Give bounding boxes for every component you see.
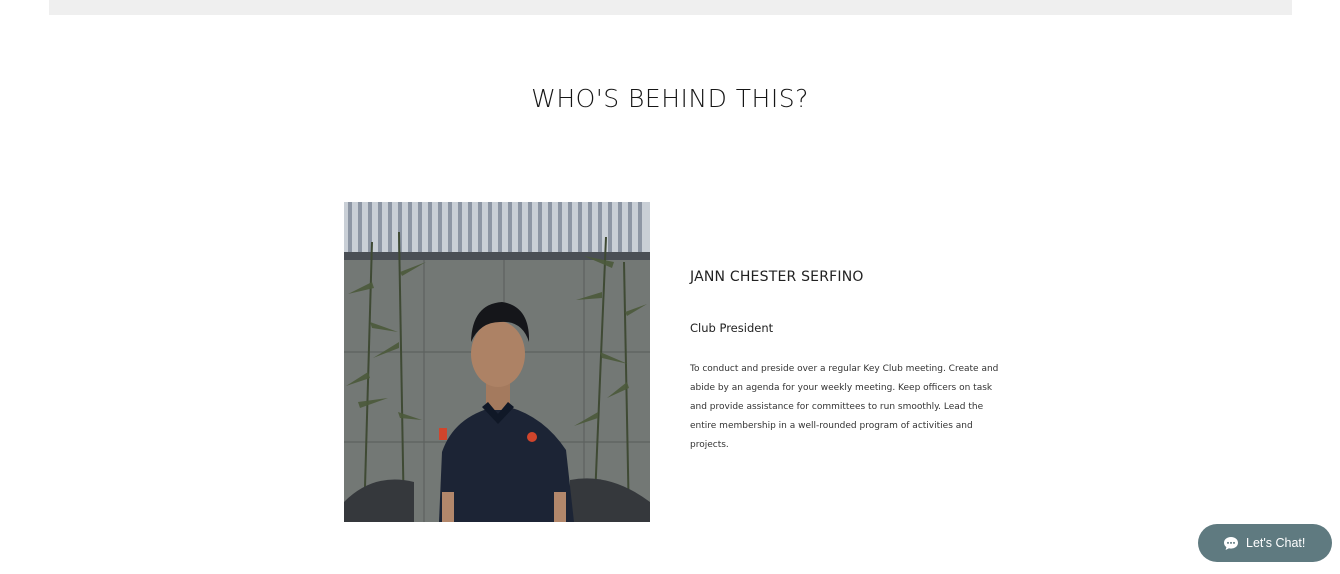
chat-button[interactable]: Let's Chat!: [1198, 524, 1332, 562]
chat-bubble-icon: [1223, 536, 1239, 551]
member-name: JANN CHESTER SERFINO: [690, 269, 864, 285]
member-bio: To conduct and preside over a regular Ke…: [690, 364, 999, 450]
member-role: Club President: [690, 321, 774, 335]
member-portrait-image: [344, 202, 650, 522]
member-photo: [344, 202, 650, 522]
chat-button-label: Let's Chat!: [1246, 536, 1306, 550]
header-strip: [49, 0, 1292, 15]
section-title: WHO'S BEHIND THIS?: [531, 84, 809, 113]
